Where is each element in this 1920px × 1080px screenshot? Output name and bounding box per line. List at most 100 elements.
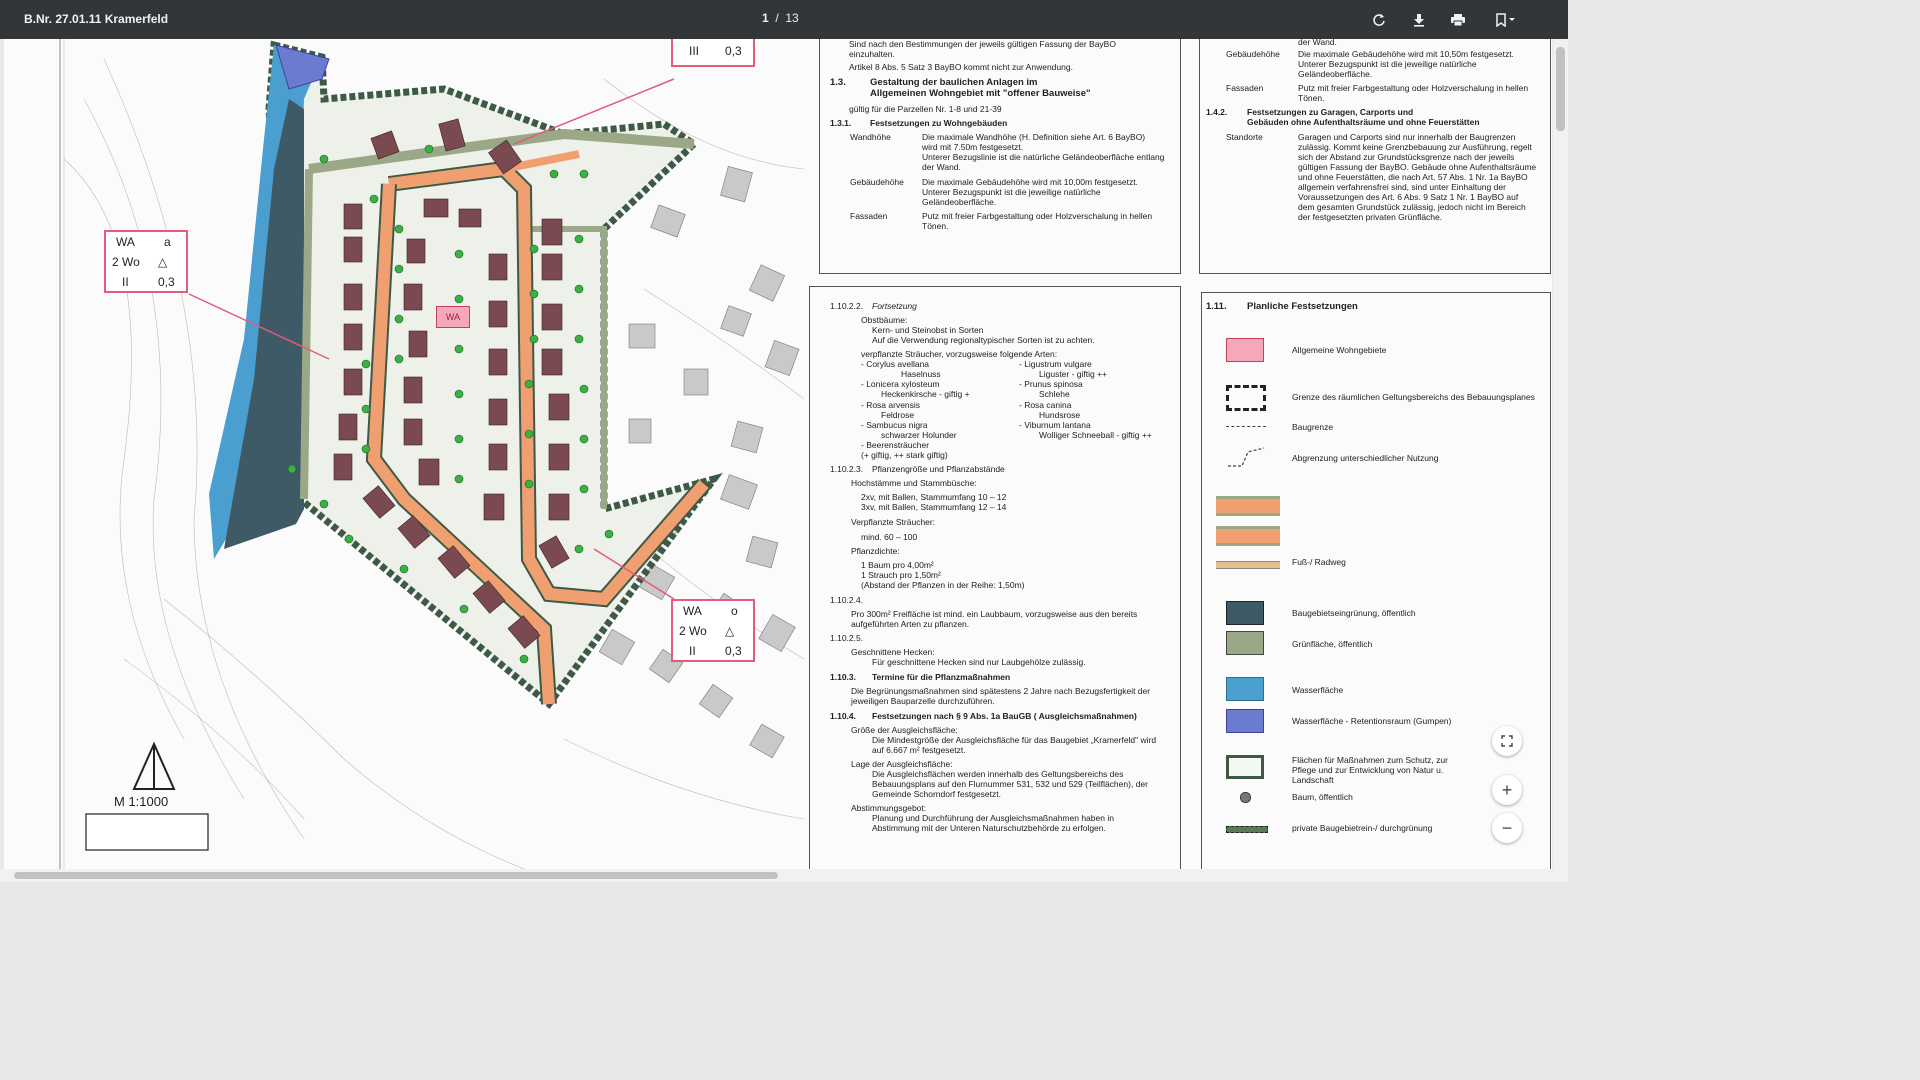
text-line: einzuhalten. <box>849 49 895 59</box>
text-key: Gebäudehöhe <box>1226 49 1280 59</box>
text-line: Die maximale Gebäudehöhe wird mit 10,00m… <box>922 177 1138 187</box>
legend-item: Wasserfläche <box>1292 685 1344 695</box>
text-line: der festgesetzten privaten Grünfläche. <box>1298 212 1443 222</box>
text-line: Tönen. <box>1298 93 1325 103</box>
section-heading: Allgemeinen Wohngebiet mit "offener Bauw… <box>870 88 1091 99</box>
text-line: Artikel 8 Abs. 5 Satz 3 BayBO kommt nich… <box>849 62 1073 72</box>
print-button[interactable] <box>1446 8 1470 32</box>
plant-name: - Beerensträucher <box>861 440 930 450</box>
text-line: der Wand. <box>922 162 961 172</box>
legend-swatch-road-1 <box>1216 496 1280 516</box>
legend-heading: Planliche Festsetzungen <box>1247 301 1358 312</box>
pdf-page: WA a 2 Wo △ II 0,3 WA o 2 Wo △ II 0,3 II… <box>4 39 1552 869</box>
legend-swatch-abgrenzung <box>1228 447 1265 467</box>
wa-table-north: III 0,3 <box>671 39 755 67</box>
page-total: 13 <box>785 11 799 25</box>
vertical-scroll-thumb[interactable] <box>1556 47 1565 131</box>
text-line: wird mit 7.50m festgesetzt. <box>922 142 1024 152</box>
bookmark-menu-button[interactable] <box>1488 8 1522 32</box>
floors-label: II <box>689 644 696 658</box>
plant-name: - Rosa canina <box>1019 400 1072 410</box>
fit-page-button[interactable] <box>1492 726 1522 756</box>
text-line: Tönen. <box>922 221 949 231</box>
text-line: und ohne Feuerstätten, die nach Art. 57 … <box>1298 172 1528 182</box>
wa-table-west: WA a 2 Wo △ II 0,3 <box>104 230 188 293</box>
text-line: Gemeinde Schorndorf festgesetzt. <box>872 789 1001 799</box>
text-line: 3xv, mit Ballen, Stammumfang 12 – 14 <box>861 502 1007 512</box>
grz-value: 0,3 <box>725 644 742 658</box>
horizontal-scrollbar[interactable] <box>0 869 1568 882</box>
rotate-icon <box>1373 14 1385 26</box>
zoom-out-button[interactable]: − <box>1492 813 1522 843</box>
plant-common: (+ giftig, ++ stark giftig) <box>861 450 948 460</box>
zoom-in-button[interactable]: + <box>1492 775 1522 805</box>
plant-name: - Ligustrum vulgare <box>1019 359 1092 369</box>
wa-center-label: WA <box>436 306 470 328</box>
bookmark-icon <box>1496 13 1515 27</box>
text-line: Voraussetzungen des Art. 6 Abs. 9 Satz 1… <box>1298 192 1519 202</box>
plant-common: Hundsrose <box>1039 410 1081 420</box>
section-number: 1.11. <box>1206 301 1227 312</box>
wa-label: WA <box>116 235 135 249</box>
text-line: allgemein verfahrensfrei sind, sind unte… <box>1298 182 1506 192</box>
text-key: Standorte <box>1226 132 1263 142</box>
text-line: Unterer Bezugslinie ist die natürliche G… <box>922 152 1165 162</box>
minus-icon: − <box>1501 817 1513 838</box>
floors-label: III <box>689 44 700 58</box>
vertical-scrollbar[interactable] <box>1553 39 1568 869</box>
section-heading: Gestaltung der baulichen Anlagen im <box>870 77 1038 88</box>
wa-table-south: WA o 2 Wo △ II 0,3 <box>671 599 755 662</box>
text-line: Die Begrünungsmaßnahmen sind spätestens … <box>851 686 1151 696</box>
wa-label: WA <box>683 604 702 618</box>
plant-name: - Sambucus nigra <box>861 420 928 430</box>
download-button[interactable] <box>1407 8 1431 32</box>
fit-page-icon <box>1501 735 1513 747</box>
grz-value: 0,3 <box>725 44 742 58</box>
section-heading: Fortsetzung <box>872 301 917 311</box>
section-heading: Festsetzungen zu Garagen, Carports und <box>1247 107 1414 117</box>
map-scale: M 1:1000 <box>114 794 169 809</box>
plant-common: Liguster - giftig ++ <box>1039 369 1108 379</box>
text-line: Abstimmung mit der Unteren Naturschutzbe… <box>872 823 1106 833</box>
section-heading: Gebäuden ohne Aufenthaltsräume und ohne … <box>1247 117 1480 127</box>
legend-item: Abgrenzung unterschiedlicher Nutzung <box>1292 453 1439 463</box>
text-line: gültigen Fassung der BayBO. Gebäude ohne… <box>1298 162 1537 172</box>
legend-item: Baugrenze <box>1292 422 1334 432</box>
legend-item: Baum, öffentlich <box>1292 792 1353 802</box>
legend-item: private Baugebietrein-/ durchgrünung <box>1292 823 1433 833</box>
text-line: Unterer Bezugspunkt ist die jeweilige na… <box>1298 59 1477 69</box>
text-line: Planung und Durchführung der Ausgleichsm… <box>872 813 1114 823</box>
text-line: dem gesamten Grundstück zulässig, jedoch… <box>1298 202 1526 212</box>
text-line: Auf die Verwendung regionaltypischer Sor… <box>872 335 1095 345</box>
legend-swatch-baugrenze <box>1226 426 1266 427</box>
text-line: Pro 300m² Freifläche ist mind. ein Laubb… <box>851 609 1138 619</box>
download-icon <box>1414 14 1424 27</box>
text-line: Putz mit freier Farbgestaltung oder Holz… <box>1298 83 1529 93</box>
text-line: zulässig. Kommt keine Grenzbebauung zur … <box>1298 142 1532 152</box>
plant-name: - Prunus spinosa <box>1019 379 1083 389</box>
plant-common: schwarzer Holunder <box>881 430 957 440</box>
legend-item: Wasserfläche - Retentionsraum (Gumpen) <box>1292 716 1452 726</box>
rotate-button[interactable] <box>1367 8 1391 32</box>
text-line: (Abstand der Pflanzen in der Reihe: 1,50… <box>861 580 1025 590</box>
legend-swatch-gruenflaeche <box>1226 631 1264 655</box>
section-number: 1.10.2.3. <box>830 464 864 474</box>
legend-swatch-wasser <box>1226 677 1264 701</box>
legend-item: Grenze des räumlichen Geltungsbereichs d… <box>1292 392 1535 402</box>
text-line: Obstbäume: <box>861 315 908 325</box>
text-line: jeweiligen Bauparzelle durchzuführen. <box>851 696 995 706</box>
section-number: 1.10.2.5. <box>830 633 864 643</box>
document-title: B.Nr. 27.01.11 Kramerfeld <box>24 12 169 26</box>
print-icon <box>1451 14 1465 27</box>
text-line: Lage der Ausgleichsfläche: <box>851 759 953 769</box>
text-line: gültig für die Parzellen Nr. 1-8 und 21-… <box>849 104 1002 114</box>
text-line: verpflanzte Sträucher, vorzugsweise folg… <box>861 349 1058 359</box>
current-page-input[interactable]: 1 <box>762 11 769 25</box>
text-line: 2xv, mit Ballen, Stammumfang 10 – 12 <box>861 492 1007 502</box>
text-line: Putz mit freier Farbgestaltung oder Holz… <box>922 211 1153 221</box>
text-line: Größe der Ausgleichsfläche: <box>851 725 958 735</box>
text-line: sich der Abstand zur Grundstücksgrenze n… <box>1298 152 1515 162</box>
legend-swatch-baum <box>1240 792 1251 803</box>
section-heading: Festsetzungen nach § 9 Abs. 1a BauGB ( A… <box>872 711 1137 721</box>
horizontal-scroll-thumb[interactable] <box>14 872 778 879</box>
